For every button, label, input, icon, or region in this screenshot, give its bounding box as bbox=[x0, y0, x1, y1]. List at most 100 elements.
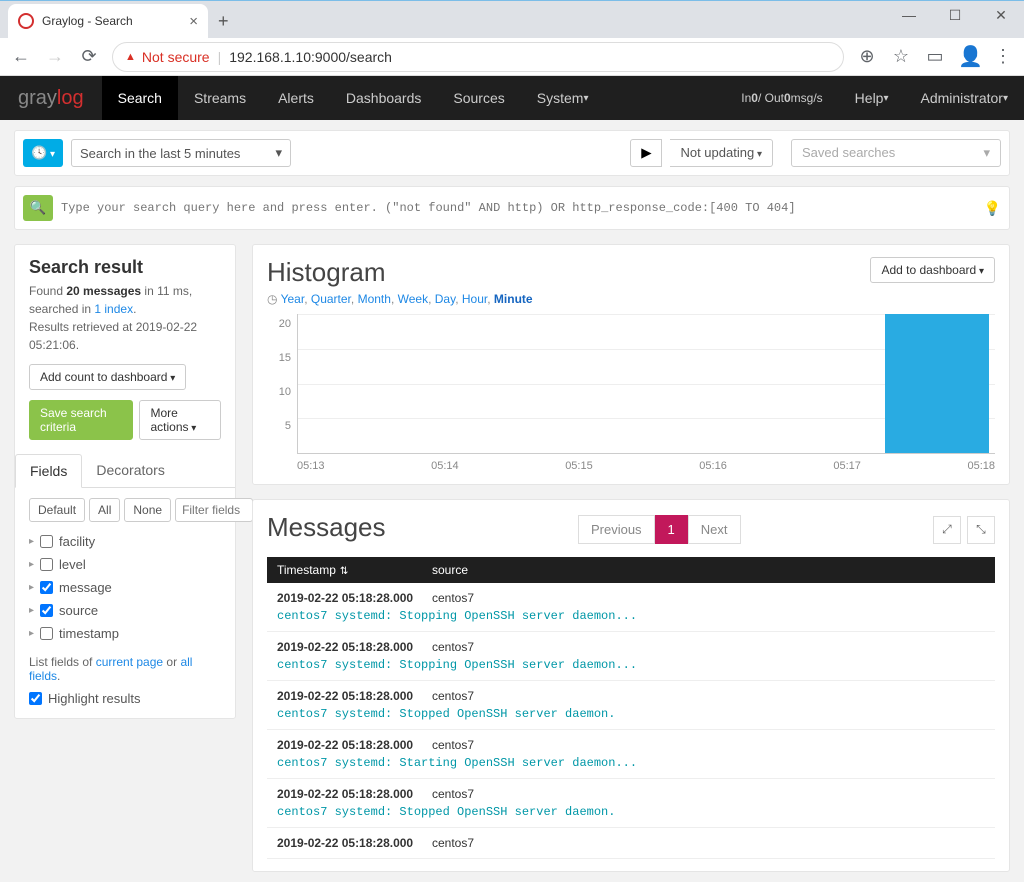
range-month[interactable]: Month bbox=[358, 292, 391, 306]
play-button[interactable]: ▶ bbox=[630, 139, 662, 167]
range-quarter[interactable]: Quarter bbox=[311, 292, 351, 306]
col-timestamp[interactable]: Timestamp⇅ bbox=[277, 563, 432, 577]
forward-icon[interactable]: → bbox=[44, 46, 66, 67]
msg-source: centos7 bbox=[432, 591, 474, 605]
close-button[interactable]: ✕ bbox=[978, 0, 1024, 30]
field-checkbox[interactable] bbox=[40, 581, 53, 594]
profile-icon[interactable]: 👤 bbox=[958, 44, 980, 69]
field-item-source[interactable]: source bbox=[29, 599, 221, 622]
range-year[interactable]: Year bbox=[281, 292, 305, 306]
filter-none[interactable]: None bbox=[124, 498, 171, 522]
page-body: 🕓 Search in the last 5 minutes▾ ▶ Not up… bbox=[0, 120, 1024, 882]
favicon-icon bbox=[18, 13, 34, 29]
logo[interactable]: graylog bbox=[0, 87, 102, 110]
msg-timestamp: 2019-02-22 05:18:28.000 bbox=[277, 787, 432, 801]
collapse-icon[interactable]: ⤡ bbox=[967, 516, 995, 544]
expand-icon[interactable]: ⤢ bbox=[933, 516, 961, 544]
current-page-link[interactable]: current page bbox=[96, 655, 163, 669]
nav-search[interactable]: Search bbox=[102, 76, 178, 120]
table-row[interactable]: 2019-02-22 05:18:28.000centos7centos7 sy… bbox=[267, 583, 995, 632]
zoom-icon[interactable]: ⊕ bbox=[856, 46, 878, 67]
range-hour[interactable]: Hour bbox=[462, 292, 487, 306]
list-fields-text: List fields of current page or all field… bbox=[29, 655, 221, 683]
nav-system[interactable]: System bbox=[521, 76, 605, 120]
field-item-timestamp[interactable]: timestamp bbox=[29, 622, 221, 645]
nav-sources[interactable]: Sources bbox=[437, 76, 520, 120]
filter-fields-input[interactable] bbox=[175, 498, 253, 522]
msg-timestamp: 2019-02-22 05:18:28.000 bbox=[277, 640, 432, 654]
histogram-panel: Histogram ◷ Year, Quarter, Month, Week, … bbox=[252, 244, 1010, 485]
field-item-facility[interactable]: facility bbox=[29, 530, 221, 553]
reload-icon[interactable]: ⟳ bbox=[78, 46, 100, 67]
save-criteria-button[interactable]: Save search criteria bbox=[29, 400, 133, 440]
field-item-level[interactable]: level bbox=[29, 553, 221, 576]
address-bar[interactable]: Not secure | 192.168.1.10:9000/search bbox=[112, 42, 844, 72]
query-input[interactable] bbox=[61, 201, 976, 215]
histogram-bar[interactable] bbox=[885, 314, 990, 453]
add-count-button[interactable]: Add count to dashboard bbox=[29, 364, 186, 390]
updating-select[interactable]: Not updating bbox=[670, 139, 773, 167]
msg-body: centos7 systemd: Stopped OpenSSH server … bbox=[277, 707, 985, 721]
range-minute[interactable]: Minute bbox=[494, 292, 533, 306]
table-row[interactable]: 2019-02-22 05:18:28.000centos7centos7 sy… bbox=[267, 681, 995, 730]
maximize-button[interactable]: ☐ bbox=[932, 0, 978, 30]
sort-icon: ⇅ bbox=[340, 566, 348, 577]
field-checkbox[interactable] bbox=[40, 558, 53, 571]
search-result-title: Search result bbox=[29, 257, 221, 278]
tab-decorators[interactable]: Decorators bbox=[82, 454, 178, 487]
plot-area[interactable] bbox=[297, 314, 995, 454]
nav-dashboards[interactable]: Dashboards bbox=[330, 76, 438, 120]
search-result-panel: Search result Found 20 messages in 11 ms… bbox=[14, 244, 236, 719]
page-current[interactable]: 1 bbox=[655, 515, 688, 544]
table-row[interactable]: 2019-02-22 05:18:28.000centos7 bbox=[267, 828, 995, 859]
msg-source: centos7 bbox=[432, 689, 474, 703]
msg-timestamp: 2019-02-22 05:18:28.000 bbox=[277, 738, 432, 752]
table-row[interactable]: 2019-02-22 05:18:28.000centos7centos7 sy… bbox=[267, 779, 995, 828]
table-row[interactable]: 2019-02-22 05:18:28.000centos7centos7 sy… bbox=[267, 730, 995, 779]
nav-admin[interactable]: Administrator bbox=[905, 76, 1024, 120]
msg-source: centos7 bbox=[432, 640, 474, 654]
more-actions-button[interactable]: More actions bbox=[139, 400, 221, 440]
browser-tab[interactable]: Graylog - Search × bbox=[8, 4, 208, 38]
tab-close-icon[interactable]: × bbox=[189, 13, 198, 30]
histogram-range-links: ◷ Year, Quarter, Month, Week, Day, Hour,… bbox=[267, 292, 533, 306]
field-filter-row: Default All None bbox=[29, 498, 221, 522]
highlight-checkbox[interactable] bbox=[29, 692, 42, 705]
bulb-icon[interactable]: 💡 bbox=[984, 200, 1001, 217]
range-day[interactable]: Day bbox=[435, 292, 455, 306]
filter-default[interactable]: Default bbox=[29, 498, 85, 522]
table-row[interactable]: 2019-02-22 05:18:28.000centos7centos7 sy… bbox=[267, 632, 995, 681]
time-range-select[interactable]: Search in the last 5 minutes▾ bbox=[71, 139, 291, 167]
nav-streams[interactable]: Streams bbox=[178, 76, 262, 120]
tab-fields[interactable]: Fields bbox=[15, 454, 82, 488]
star-icon[interactable]: ☆ bbox=[890, 46, 912, 67]
field-checkbox[interactable] bbox=[40, 535, 53, 548]
new-tab-button[interactable]: + bbox=[208, 5, 239, 38]
add-to-dashboard-button[interactable]: Add to dashboard bbox=[870, 257, 995, 283]
page-next[interactable]: Next bbox=[688, 515, 741, 544]
nav-help[interactable]: Help bbox=[839, 76, 905, 120]
window-titlebar: Graylog - Search × + — ☐ ✕ bbox=[0, 0, 1024, 38]
nav-alerts[interactable]: Alerts bbox=[262, 76, 330, 120]
filter-all[interactable]: All bbox=[89, 498, 120, 522]
highlight-label: Highlight results bbox=[48, 691, 141, 706]
minimize-button[interactable]: — bbox=[886, 0, 932, 30]
field-checkbox[interactable] bbox=[40, 604, 53, 617]
logo-log: log bbox=[57, 87, 84, 109]
field-item-message[interactable]: message bbox=[29, 576, 221, 599]
field-checkbox[interactable] bbox=[40, 627, 53, 640]
page-prev[interactable]: Previous bbox=[578, 515, 655, 544]
index-link[interactable]: 1 index bbox=[94, 302, 133, 316]
x-tick: 05:14 bbox=[431, 460, 459, 472]
msg-body: centos7 systemd: Stopping OpenSSH server… bbox=[277, 609, 985, 623]
range-week[interactable]: Week bbox=[398, 292, 428, 306]
search-button[interactable]: 🔍 bbox=[23, 195, 53, 221]
menu-icon[interactable]: ⋮ bbox=[992, 46, 1014, 67]
histogram-title: Histogram bbox=[267, 257, 533, 288]
main-nav: graylog Search Streams Alerts Dashboards… bbox=[0, 76, 1024, 120]
cast-icon[interactable]: ▭ bbox=[924, 46, 946, 67]
saved-searches-select[interactable]: Saved searches▾ bbox=[791, 139, 1001, 167]
time-range-type-button[interactable]: 🕓 bbox=[23, 139, 63, 167]
col-source[interactable]: source bbox=[432, 563, 985, 577]
back-icon[interactable]: ← bbox=[10, 46, 32, 67]
